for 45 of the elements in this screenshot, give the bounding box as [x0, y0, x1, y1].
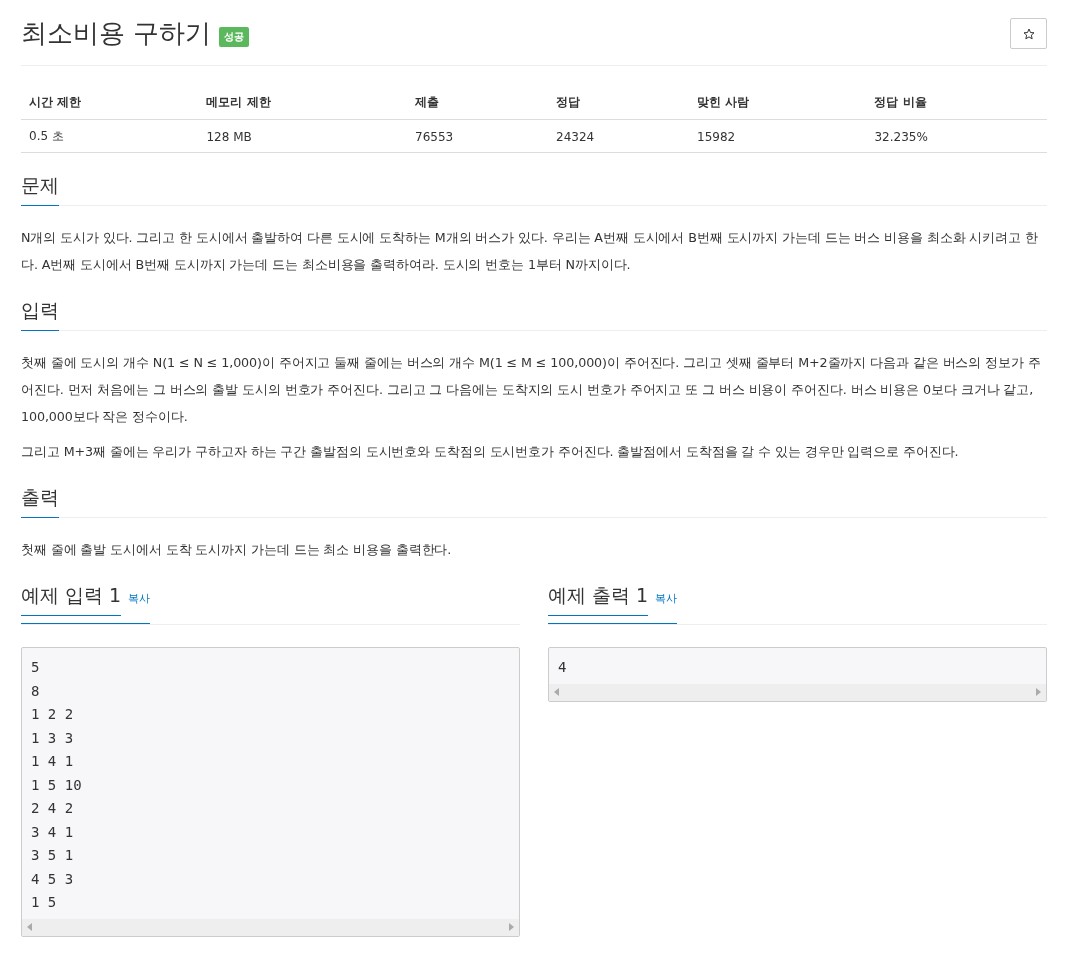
code-line: 3 5 1: [31, 846, 75, 865]
status-badge: 성공: [219, 26, 250, 47]
column-header: 정답 비율: [866, 88, 1047, 120]
paragraph: 그리고 M+3째 줄에는 우리가 구하고자 하는 구간 출발점의 도시번호와 도착점의 도시번호가 주어진다. 출발점에서 도착점을 갈 수 있는 경우만 입력으로 주어진다.: [21, 443, 960, 461]
table-cell: 76553: [407, 119, 548, 153]
scroll-left-icon[interactable]: [27, 923, 32, 931]
paragraph: N개의 도시가 있다. 그리고 한 도시에서 출발하여 다른 도시에 도착하는 M개의 버스가 있다. 우리는 A번째 도시에서 B번째 도시까지 가는데 드는 버스 비용을 최소화 시키려고 한다. A번째 도시에서 B번째 도시까지 가는데 드는 최소비용을 출력하여라. 도시의 번호는 1부터 N까지이다.: [21, 229, 1039, 274]
table-cell: 32.235%: [866, 119, 1047, 153]
table-cell: 15982: [689, 119, 867, 153]
scrollbar[interactable]: [549, 683, 1046, 701]
scrollbar[interactable]: [22, 918, 519, 936]
column-header: 제출: [407, 88, 548, 120]
copy-link[interactable]: 복사: [655, 591, 678, 606]
code-line: 1 2 2: [31, 705, 75, 724]
star-icon: [1022, 27, 1035, 40]
code-line: 3 4 1: [31, 822, 75, 842]
code-line: 5: [31, 658, 41, 677]
code-line: 8: [31, 681, 41, 701]
code-line: 1 4 1: [31, 752, 75, 771]
star-button[interactable]: [1010, 18, 1047, 49]
column-header: 맞힌 사람: [689, 88, 867, 120]
code-line: 1 5 10: [31, 775, 83, 795]
code-line: 4: [558, 658, 568, 677]
paragraph: 첫째 줄에 도시의 개수 N(1 ≤ N ≤ 1,000)이 주어지고 둘째 줄에는 버스의 개수 M(1 ≤ M ≤ 100,000)이 주어진다. 그리고 셋째 줄부터 M+2줄까지 다음과 같은 버스의 정보가 주어진다. 먼저 처음에는 그 버스의 출발 도시의 번호가 주어진다. 그리고 그 다음에는 도착지의 도시 번호가 주어지고 또 그 버스 비용이 주어진다. 버스 비용은 0보다 크거나 같고, 100,000보다 작은 정수이다.: [21, 354, 1042, 426]
code-line: 4 5 3: [31, 869, 75, 889]
column-header: 시간 제한: [21, 88, 199, 120]
code-line: 2 4 2: [31, 799, 75, 818]
problem-title: 최소비용 구하기: [21, 17, 212, 50]
scroll-left-icon[interactable]: [554, 688, 559, 696]
scroll-right-icon[interactable]: [1036, 688, 1041, 696]
code-line: 1 3 3: [31, 728, 75, 748]
table-cell: 128 MB: [198, 119, 408, 153]
copy-link[interactable]: 복사: [128, 591, 151, 606]
section-heading: 문제: [21, 173, 59, 206]
table-cell: 0.5 초: [21, 119, 199, 153]
column-header: 정답: [548, 88, 689, 120]
scroll-right-icon[interactable]: [509, 923, 514, 931]
sample-heading: 예제 입력 1: [21, 583, 122, 616]
section-heading: 출력: [21, 485, 59, 518]
code-line: 1 5: [31, 893, 58, 912]
section-heading: 입력: [21, 298, 59, 331]
table-cell: 24324: [548, 119, 689, 153]
column-header: 메모리 제한: [198, 88, 408, 120]
paragraph: 첫째 줄에 출발 도시에서 도착 도시까지 가는데 드는 최소 비용을 출력한다.: [21, 541, 453, 559]
sample-heading: 예제 출력 1: [548, 583, 649, 616]
